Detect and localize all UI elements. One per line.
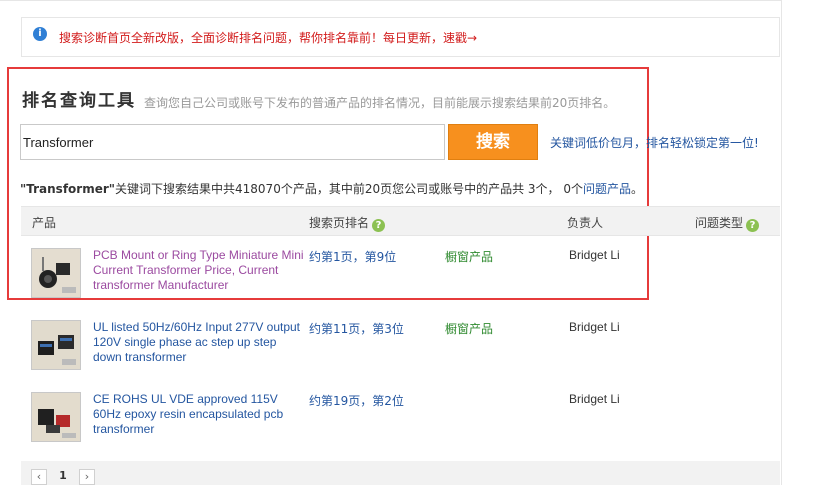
product-thumbnail[interactable] bbox=[31, 392, 81, 442]
rank-value: 约第1页，第9位 bbox=[309, 250, 397, 264]
problem-products-link[interactable]: 问题产品 bbox=[583, 182, 631, 196]
header-owner: 负责人 bbox=[567, 216, 604, 230]
rank-value: 约第19页，第2位 bbox=[309, 394, 404, 408]
page-subtitle: 查询您自己公司或账号下发布的普通产品的排名情况，目前能展示搜索结果前20页排名。 bbox=[144, 96, 616, 110]
help-icon[interactable]: ? bbox=[746, 219, 760, 232]
summary-count: 0个 bbox=[563, 182, 584, 196]
header-issue-type: 问题类型? bbox=[695, 214, 760, 232]
product-type: 橱窗产品 bbox=[445, 250, 494, 264]
next-page-button[interactable]: › bbox=[79, 469, 95, 485]
product-name-link[interactable]: UL listed 50Hz/60Hz Input 277V output 12… bbox=[93, 320, 305, 365]
table-row: PCB Mount or Ring Type Miniature Mini Cu… bbox=[21, 238, 780, 308]
help-icon[interactable]: ? bbox=[372, 219, 386, 232]
table-row: CE ROHS UL VDE approved 115V 60Hz epoxy … bbox=[21, 382, 780, 452]
header-issue-label: 问题类型 bbox=[695, 216, 744, 230]
search-input[interactable] bbox=[20, 124, 445, 160]
promo-link-part1[interactable]: 关键词低价包月 bbox=[550, 136, 634, 150]
product-type: 橱窗产品 bbox=[445, 322, 494, 336]
header-rank-label: 搜索页排名 bbox=[309, 216, 370, 230]
summary-end: 。 bbox=[631, 182, 644, 196]
rank-value: 约第11页，第3位 bbox=[309, 322, 404, 336]
product-name-link[interactable]: PCB Mount or Ring Type Miniature Mini Cu… bbox=[93, 248, 305, 293]
promo-link-part2[interactable]: 排名轻松锁定第一位! bbox=[646, 136, 759, 150]
right-divider bbox=[781, 0, 782, 485]
pagination: ‹ 1 › bbox=[21, 461, 780, 485]
summary-keyword: "Transformer" bbox=[20, 182, 116, 196]
owner-name: Bridget Li bbox=[569, 248, 620, 262]
table-row: UL listed 50Hz/60Hz Input 277V output 12… bbox=[21, 310, 780, 380]
top-divider bbox=[0, 0, 781, 1]
owner-name: Bridget Li bbox=[569, 320, 620, 334]
owner-name: Bridget Li bbox=[569, 392, 620, 406]
product-thumbnail[interactable] bbox=[31, 248, 81, 298]
notice-bar: i 搜索诊断首页全新改版，全面诊断排名问题，帮你排名靠前！每日更新，速戳→ bbox=[21, 17, 780, 57]
page-number[interactable]: 1 bbox=[51, 469, 75, 485]
product-name-link[interactable]: CE ROHS UL VDE approved 115V 60Hz epoxy … bbox=[93, 392, 305, 437]
promo-separator: ， bbox=[634, 136, 647, 150]
table-header: 产品 搜索页排名? 负责人 问题类型? bbox=[21, 206, 780, 236]
result-summary: "Transformer"关键词下搜索结果中共418070个产品，其中前20页您… bbox=[20, 180, 643, 197]
search-button[interactable]: 搜索 bbox=[448, 124, 538, 160]
promo-link[interactable]: 关键词低价包月，排名轻松锁定第一位! bbox=[550, 134, 759, 151]
header-rank: 搜索页排名? bbox=[309, 214, 386, 232]
summary-text: 关键词下搜索结果中共418070个产品，其中前20页您公司或账号中的产品共 3个… bbox=[115, 182, 560, 196]
product-thumbnail[interactable] bbox=[31, 320, 81, 370]
prev-page-button[interactable]: ‹ bbox=[31, 469, 47, 485]
notice-link[interactable]: 搜索诊断首页全新改版，全面诊断排名问题，帮你排名靠前！每日更新，速戳→ bbox=[59, 29, 477, 46]
info-icon: i bbox=[33, 27, 47, 41]
page-title: 排名查询工具 bbox=[22, 91, 136, 111]
header-product: 产品 bbox=[32, 216, 57, 230]
